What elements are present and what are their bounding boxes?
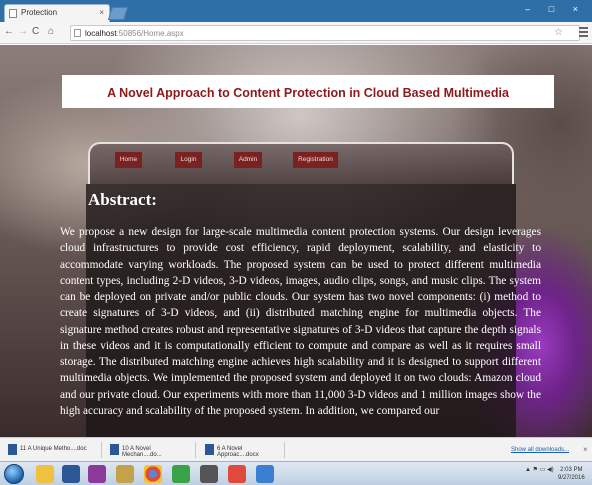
reload-icon[interactable]: C bbox=[32, 26, 39, 37]
word-document-icon bbox=[8, 444, 17, 455]
abstract-panel: Abstract: We propose a new design for la… bbox=[60, 184, 541, 437]
address-bar[interactable]: localhost:50856/Home.aspx ☆ bbox=[70, 25, 580, 41]
download-filename: 10 A Novel Mechan....do... bbox=[122, 446, 162, 458]
browser-tab-protection[interactable]: Protection × bbox=[4, 4, 110, 22]
clock-time: 2:03 PM bbox=[560, 467, 583, 473]
download-filename: 11 A Unique Metho....doc bbox=[20, 446, 87, 452]
download-item[interactable]: 10 A Novel Mechan....do... bbox=[108, 442, 196, 458]
download-item[interactable]: 11 A Unique Metho....doc bbox=[6, 442, 102, 458]
download-item[interactable]: 6 A Novel Approac....docx bbox=[203, 442, 285, 458]
tab-close-icon[interactable]: × bbox=[99, 8, 104, 17]
word-icon[interactable] bbox=[62, 465, 80, 483]
star-app-icon[interactable] bbox=[228, 465, 246, 483]
nav-admin-button[interactable]: Admin bbox=[234, 152, 262, 168]
tab-title: Protection bbox=[21, 8, 58, 17]
taskbar-clock[interactable]: 2:03 PM 9/27/2016 bbox=[558, 466, 585, 482]
abstract-text: We propose a new design for large-scale … bbox=[60, 226, 541, 417]
page-favicon-icon bbox=[9, 9, 17, 18]
page-icon bbox=[74, 29, 81, 37]
window-controls[interactable]: – □ × bbox=[525, 4, 586, 14]
start-button[interactable] bbox=[4, 464, 24, 484]
nav-registration-button[interactable]: Registration bbox=[293, 152, 338, 168]
paint-icon[interactable] bbox=[116, 465, 134, 483]
main-nav: Home Login Admin Registration bbox=[88, 142, 514, 184]
site-header-banner: A Novel Approach to Content Protection i… bbox=[62, 75, 554, 108]
app-icon[interactable] bbox=[172, 465, 190, 483]
new-tab-button[interactable] bbox=[107, 7, 129, 20]
file-explorer-icon[interactable] bbox=[36, 465, 54, 483]
divider bbox=[101, 442, 102, 458]
download-filename: 6 A Novel Approac....docx bbox=[217, 446, 259, 458]
clock-date: 9/27/2016 bbox=[558, 475, 585, 481]
notepad-icon[interactable] bbox=[256, 465, 274, 483]
url-host: localhost bbox=[85, 29, 117, 38]
forward-arrow-icon[interactable]: → bbox=[18, 26, 28, 37]
chrome-icon[interactable] bbox=[144, 465, 162, 483]
browser-titlebar: Protection × – □ × bbox=[0, 0, 592, 22]
site-title: A Novel Approach to Content Protection i… bbox=[107, 86, 509, 100]
media-icon[interactable] bbox=[200, 465, 218, 483]
word-document-icon bbox=[110, 444, 119, 455]
nav-login-button[interactable]: Login bbox=[175, 152, 202, 168]
show-all-downloads-link[interactable]: Show all downloads... bbox=[511, 447, 569, 453]
divider bbox=[195, 442, 196, 458]
divider bbox=[284, 442, 285, 458]
browser-menu-icon[interactable] bbox=[579, 27, 588, 37]
page-viewport: A Novel Approach to Content Protection i… bbox=[0, 45, 592, 437]
browser-toolbar: ← → C ⌂ localhost:50856/Home.aspx ☆ bbox=[0, 22, 592, 44]
system-tray-icons[interactable]: ▲ ⚑ ▭ ◀) bbox=[525, 466, 554, 473]
abstract-heading: Abstract: bbox=[88, 190, 157, 209]
windows-taskbar: ▲ ⚑ ▭ ◀) 2:03 PM 9/27/2016 bbox=[0, 461, 592, 485]
url-path: :50856/Home.aspx bbox=[116, 29, 184, 38]
visual-studio-icon[interactable] bbox=[88, 465, 106, 483]
bookmark-star-icon[interactable]: ☆ bbox=[554, 27, 563, 38]
downloads-close-icon[interactable]: × bbox=[583, 445, 588, 454]
nav-home-button[interactable]: Home bbox=[115, 152, 142, 168]
downloads-bar: 11 A Unique Metho....doc 10 A Novel Mech… bbox=[0, 437, 592, 461]
word-document-icon bbox=[205, 444, 214, 455]
home-icon[interactable]: ⌂ bbox=[48, 26, 54, 37]
back-arrow-icon[interactable]: ← bbox=[4, 26, 14, 37]
